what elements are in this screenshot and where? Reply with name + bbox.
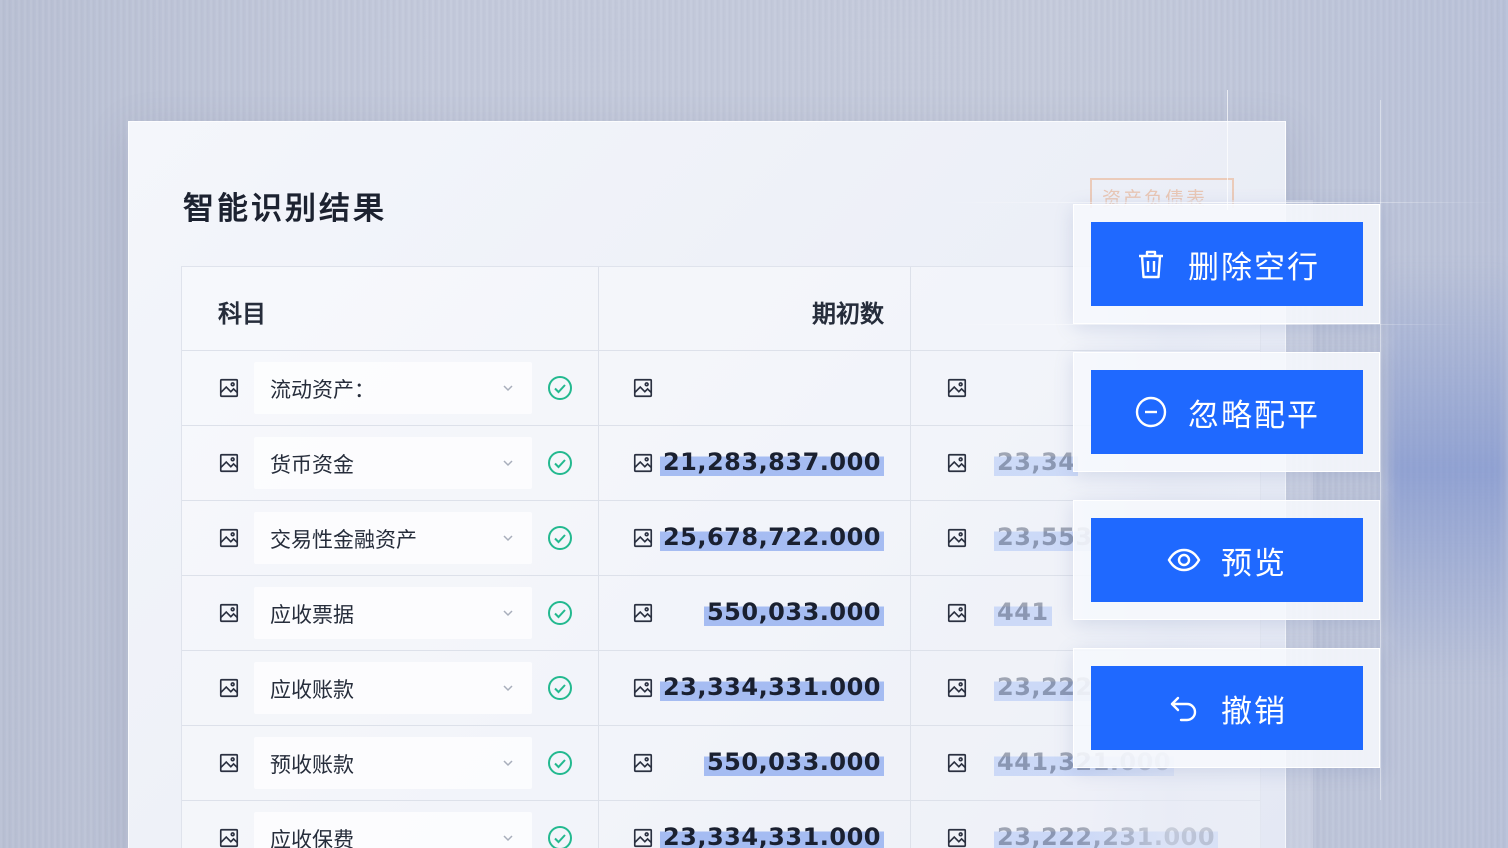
chevron-down-icon xyxy=(502,832,514,844)
opening-balance-value[interactable]: 550,033.000 xyxy=(622,598,884,626)
action-panel: 删除空行 xyxy=(1073,204,1380,324)
check-circle-icon xyxy=(547,525,573,551)
image-icon[interactable] xyxy=(946,452,968,474)
subject-select[interactable]: 交易性金融资产 xyxy=(254,512,532,564)
eye-icon xyxy=(1167,543,1201,577)
opening-balance-text: 21,283,837.000 xyxy=(659,448,884,476)
header-opening-balance: 期初数 xyxy=(812,300,884,328)
chevron-down-icon xyxy=(502,532,514,544)
action-panel: 预览 xyxy=(1073,500,1380,620)
chevron-down-icon xyxy=(502,457,514,469)
subject-select-value: 货币资金 xyxy=(270,453,354,477)
opening-balance-value[interactable]: 23,334,331.000 xyxy=(622,673,884,701)
image-icon[interactable] xyxy=(632,377,654,399)
delete-empty-rows-button[interactable]: 删除空行 xyxy=(1091,222,1363,306)
subject-select[interactable]: 货币资金 xyxy=(254,437,532,489)
ending-balance-text: 441 xyxy=(994,598,1052,626)
button-label: 预览 xyxy=(1221,545,1287,582)
opening-balance-value[interactable]: 550,033.000 xyxy=(622,748,884,776)
opening-balance-text: 550,033.000 xyxy=(703,598,884,626)
undo-button[interactable]: 撤销 xyxy=(1091,666,1363,750)
image-icon[interactable] xyxy=(218,527,240,549)
check-circle-icon xyxy=(547,825,573,848)
image-icon[interactable] xyxy=(946,527,968,549)
light-glint xyxy=(1227,90,1228,210)
image-icon[interactable] xyxy=(946,752,968,774)
image-icon[interactable] xyxy=(218,827,240,848)
image-icon[interactable] xyxy=(218,602,240,624)
opening-balance-value[interactable]: 23,334,331.000 xyxy=(622,823,884,848)
header-subject: 科目 xyxy=(218,300,266,328)
check-circle-icon xyxy=(547,750,573,776)
opening-balance-text: 23,334,331.000 xyxy=(659,673,884,701)
subject-select[interactable]: 应收票据 xyxy=(254,587,532,639)
light-glint xyxy=(940,324,1460,325)
image-icon[interactable] xyxy=(946,827,968,848)
chevron-down-icon xyxy=(502,382,514,394)
light-glint xyxy=(940,202,1500,203)
light-glint xyxy=(1380,100,1381,800)
image-icon[interactable] xyxy=(946,377,968,399)
subject-select[interactable]: 预收账款 xyxy=(254,737,532,789)
subject-select-value: 流动资产： xyxy=(270,378,375,402)
check-circle-icon xyxy=(547,375,573,401)
subject-select[interactable]: 应收账款 xyxy=(254,662,532,714)
opening-balance-value[interactable]: 25,678,722.000 xyxy=(622,523,884,551)
action-panel: 忽略配平 xyxy=(1073,352,1380,472)
ignore-balancing-button[interactable]: 忽略配平 xyxy=(1091,370,1363,454)
button-label: 撤销 xyxy=(1221,693,1287,730)
trash-icon xyxy=(1134,247,1168,281)
subject-select[interactable]: 应收保费 xyxy=(254,812,532,848)
image-icon[interactable] xyxy=(946,602,968,624)
subject-select-value: 应收票据 xyxy=(270,603,354,627)
background-glow xyxy=(1388,260,1508,680)
chevron-down-icon xyxy=(502,757,514,769)
opening-balance-text: 25,678,722.000 xyxy=(659,523,884,551)
image-icon[interactable] xyxy=(218,377,240,399)
subject-select-value: 交易性金融资产 xyxy=(270,528,417,552)
chevron-down-icon xyxy=(502,682,514,694)
opening-balance-text: 550,033.000 xyxy=(703,748,884,776)
opening-balance-value[interactable]: 21,283,837.000 xyxy=(622,448,884,476)
button-label: 忽略配平 xyxy=(1188,397,1320,434)
subject-select-value: 预收账款 xyxy=(270,753,354,777)
image-icon[interactable] xyxy=(218,677,240,699)
preview-button[interactable]: 预览 xyxy=(1091,518,1363,602)
check-circle-icon xyxy=(547,450,573,476)
ending-balance-value[interactable]: 23,222,231.000 xyxy=(994,823,1219,848)
opening-balance-text: 23,334,331.000 xyxy=(659,823,884,848)
minus-circle-icon xyxy=(1134,395,1168,429)
ending-balance-text: 23,34 xyxy=(994,448,1079,476)
undo-icon xyxy=(1167,691,1201,725)
chevron-down-icon xyxy=(502,607,514,619)
image-icon[interactable] xyxy=(218,452,240,474)
subject-select-value: 应收账款 xyxy=(270,678,354,702)
subject-select-value: 应收保费 xyxy=(270,828,354,848)
action-panel: 撤销 xyxy=(1073,648,1380,768)
image-icon[interactable] xyxy=(946,677,968,699)
button-label: 删除空行 xyxy=(1188,249,1320,286)
check-circle-icon xyxy=(547,675,573,701)
check-circle-icon xyxy=(547,600,573,626)
page-title: 智能识别结果 xyxy=(183,191,387,227)
table-row: 应收保费 23,334,331.000 23,222,231.000 xyxy=(182,801,1260,848)
image-icon[interactable] xyxy=(218,752,240,774)
ending-balance-text: 23,222,231.000 xyxy=(994,823,1219,848)
subject-select[interactable]: 流动资产： xyxy=(254,362,532,414)
